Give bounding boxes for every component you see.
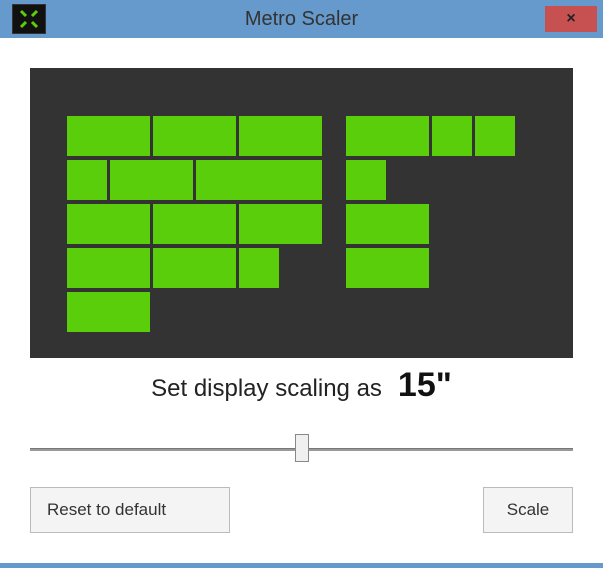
preview-tile xyxy=(346,160,386,200)
app-icon xyxy=(12,4,46,34)
close-icon: × xyxy=(566,10,575,28)
client-area: Set display scaling as 15" Reset to defa… xyxy=(0,38,603,563)
preview-tile xyxy=(67,292,150,332)
preview-tile xyxy=(67,248,150,288)
preview-tile xyxy=(153,248,236,288)
preview-tile xyxy=(110,160,193,200)
scaling-slider[interactable] xyxy=(30,433,573,463)
close-button[interactable]: × xyxy=(545,6,597,32)
preview-tile xyxy=(475,116,515,156)
preview-tile xyxy=(346,116,429,156)
scaling-label: Set display scaling as xyxy=(151,375,382,403)
reset-button[interactable]: Reset to default xyxy=(30,487,230,533)
window-title: Metro Scaler xyxy=(0,8,603,31)
preview-tile xyxy=(239,116,322,156)
scaling-caption: Set display scaling as 15" xyxy=(30,366,573,405)
button-row: Reset to default Scale xyxy=(30,487,573,533)
scale-button[interactable]: Scale xyxy=(483,487,573,533)
scaling-value: 15" xyxy=(398,366,452,405)
preview-tile xyxy=(239,204,322,244)
preview-tile xyxy=(67,204,150,244)
preview-tile xyxy=(346,204,429,244)
preview-tile xyxy=(67,116,150,156)
preview-tile xyxy=(153,204,236,244)
preview-tile xyxy=(239,248,279,288)
preview-tile xyxy=(196,160,322,200)
preview-tile xyxy=(432,116,472,156)
preview-tile xyxy=(67,160,107,200)
slider-thumb[interactable] xyxy=(295,434,309,462)
preview-tile xyxy=(153,116,236,156)
app-window: Metro Scaler × Set display scaling as 15… xyxy=(0,0,603,568)
preview-tile xyxy=(346,248,429,288)
titlebar[interactable]: Metro Scaler × xyxy=(0,0,603,38)
tile-preview xyxy=(30,68,573,358)
